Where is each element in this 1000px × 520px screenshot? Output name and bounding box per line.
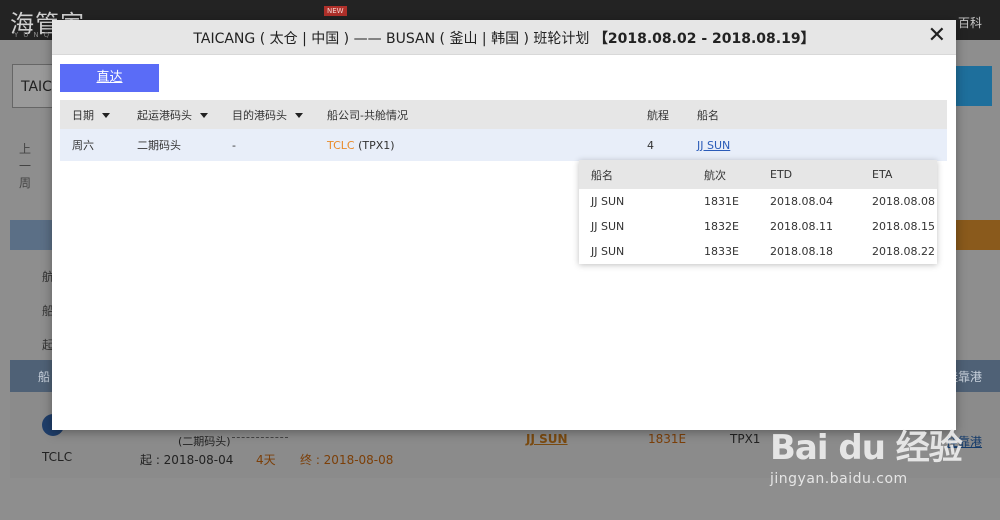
result-start-date: 起 : 2018-08-04: [140, 453, 234, 467]
modal-date-range: 【2018.08.02 - 2018.08.19】: [593, 31, 815, 47]
col-pol-terminal-label: 起运港码头: [137, 108, 192, 122]
route-arrow-icon: [232, 437, 288, 438]
col-pod-terminal-label: 目的港码头: [232, 108, 287, 122]
tab-direct[interactable]: 直达: [60, 64, 159, 92]
col-etd: ETD: [770, 160, 872, 189]
voyage-number: 1833E: [704, 245, 739, 258]
voyage-eta: 2018.08.15: [872, 220, 935, 233]
result-transit-days: 4天: [256, 453, 276, 467]
voyage-etd: 2018.08.18: [770, 245, 833, 258]
voyage-etd: 2018.08.11: [770, 220, 833, 233]
schedule-modal: TAICANG ( 太仓 | 中国 ) —— BUSAN ( 釜山 | 韩国 )…: [52, 20, 956, 430]
chevron-down-icon: [295, 113, 303, 118]
modal-header: TAICANG ( 太仓 | 中国 ) —— BUSAN ( 釜山 | 韩国 )…: [52, 20, 956, 55]
modal-title: TAICANG ( 太仓 | 中国 ) —— BUSAN ( 釜山 | 韩国 )…: [52, 28, 956, 48]
col-vessel: 船名: [697, 100, 947, 129]
result-carrier: TCLC: [42, 450, 73, 464]
baidu-watermark: Bai du 经验 jingyan.baidu.com: [770, 420, 963, 487]
voyage-vessel: JJ SUN: [591, 245, 625, 258]
prev-week-label-1: 上: [18, 142, 31, 156]
col-pod-terminal[interactable]: 目的港码头: [232, 100, 327, 129]
voyage-number: 1831E: [704, 195, 739, 208]
carrier-code[interactable]: TCLC: [327, 139, 355, 152]
schedule-table: 日期 起运港码头 目的港码头 船公司-共舱情况 航程 船名 周六 二期码头 - …: [60, 100, 947, 161]
schedule-table-header: 日期 起运港码头 目的港码头 船公司-共舱情况 航程 船名: [60, 100, 947, 129]
col-vessel-name: 船名: [579, 160, 704, 189]
vessel-voyage-popup: 船名 航次 ETD ETA JJ SUN 1831E 2018.08.04 20…: [579, 160, 937, 264]
col-transit: 航程: [647, 100, 697, 129]
cell-carrier: TCLC (TPX1): [327, 129, 647, 161]
cell-vessel: JJ SUN: [697, 129, 947, 161]
chevron-down-icon: [102, 113, 110, 118]
col-voyage: 航次: [704, 160, 770, 189]
result-end-date: 终 : 2018-08-08: [300, 453, 394, 467]
voyage-etd: 2018.08.04: [770, 195, 833, 208]
voyage-number: 1832E: [704, 220, 739, 233]
prev-week-label-3: 周: [18, 176, 31, 190]
watermark-url: jingyan.baidu.com: [770, 471, 908, 487]
nav-item-baike[interactable]: 百科: [958, 14, 982, 31]
voyage-eta: 2018.08.22: [872, 245, 935, 258]
voyage-vessel: JJ SUN: [591, 195, 625, 208]
modal-route-title: TAICANG ( 太仓 | 中国 ) —— BUSAN ( 釜山 | 韩国 )…: [193, 31, 590, 47]
result-vessel-link[interactable]: JJ SUN: [526, 432, 568, 446]
vessel-link[interactable]: JJ SUN: [697, 139, 730, 152]
col-carrier: 船公司-共舱情况: [327, 100, 647, 129]
carrier-service: (TPX1): [358, 138, 395, 152]
list-item: JJ SUN 1831E 2018.08.04 2018.08.08: [579, 189, 937, 214]
voyage-eta: 2018.08.08: [872, 195, 935, 208]
col-eta: ETA: [872, 160, 937, 189]
chevron-down-icon: [200, 113, 208, 118]
prev-week-button[interactable]: 上 一 周: [10, 140, 40, 210]
cell-pol-terminal: 二期码头: [137, 129, 232, 161]
col-date-label: 日期: [72, 108, 94, 122]
filter-action-button[interactable]: [956, 220, 1000, 250]
result-pol-terminal: (二期码头): [178, 435, 231, 448]
voyage-vessel: JJ SUN: [591, 220, 625, 233]
filter-bar: [10, 220, 52, 250]
result-voyage: 1831E: [648, 432, 687, 446]
voyage-table: 船名 航次 ETD ETA JJ SUN 1831E 2018.08.04 20…: [579, 160, 937, 264]
search-button[interactable]: [956, 66, 992, 106]
cell-transit: 4: [647, 129, 697, 161]
close-icon[interactable]: ✕: [928, 23, 946, 49]
cell-day: 周六: [60, 129, 137, 161]
prev-week-label-2: 一: [18, 159, 31, 173]
voyage-table-header: 船名 航次 ETD ETA: [579, 160, 937, 189]
table-row[interactable]: 周六 二期码头 - TCLC (TPX1) 4 JJ SUN: [60, 129, 947, 161]
watermark-brand: Bai du 经验: [770, 428, 963, 468]
list-item: JJ SUN 1833E 2018.08.18 2018.08.22: [579, 239, 937, 264]
col-date[interactable]: 日期: [60, 100, 137, 129]
results-header-left: 船: [38, 370, 51, 384]
list-item: JJ SUN 1832E 2018.08.11 2018.08.15: [579, 214, 937, 239]
result-service: TPX1: [730, 432, 761, 446]
col-pol-terminal[interactable]: 起运港码头: [137, 100, 232, 129]
new-badge: NEW: [324, 6, 347, 16]
cell-pod-terminal: -: [232, 129, 327, 161]
